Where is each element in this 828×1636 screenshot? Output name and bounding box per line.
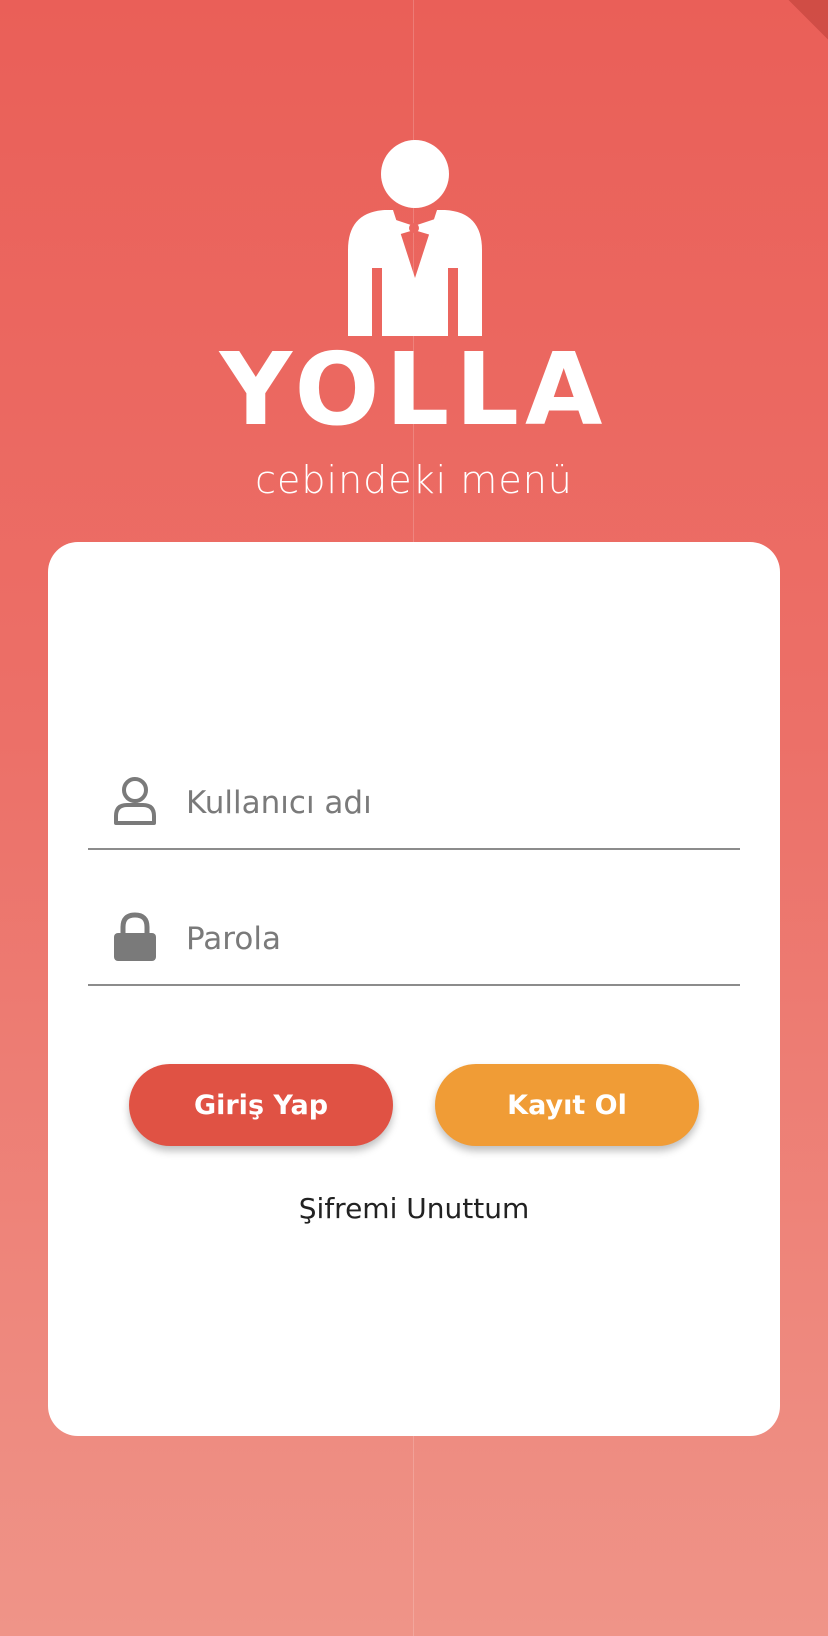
lock-icon bbox=[114, 912, 156, 961]
username-field bbox=[88, 758, 740, 850]
corner-fold bbox=[783, 0, 828, 45]
password-field bbox=[88, 894, 740, 986]
brand-name: YOLLA bbox=[219, 331, 609, 448]
forgot-password-link[interactable]: Şifremi Unuttum bbox=[48, 1192, 780, 1225]
username-input[interactable] bbox=[184, 776, 728, 830]
register-button[interactable]: Kayıt Ol bbox=[435, 1064, 699, 1146]
login-button[interactable]: Giriş Yap bbox=[129, 1064, 393, 1146]
waiter-mascot-icon bbox=[348, 140, 482, 336]
brand-tagline: cebindeki menü bbox=[255, 458, 573, 502]
login-card: Giriş Yap Kayıt Ol Şifremi Unuttum bbox=[48, 542, 780, 1436]
password-input[interactable] bbox=[184, 912, 728, 966]
app-logo: YOLLA cebindeki menü bbox=[0, 140, 828, 520]
user-icon bbox=[114, 777, 156, 825]
login-screen: YOLLA cebindeki menü Giriş Yap Kayıt Ol … bbox=[0, 0, 828, 1636]
